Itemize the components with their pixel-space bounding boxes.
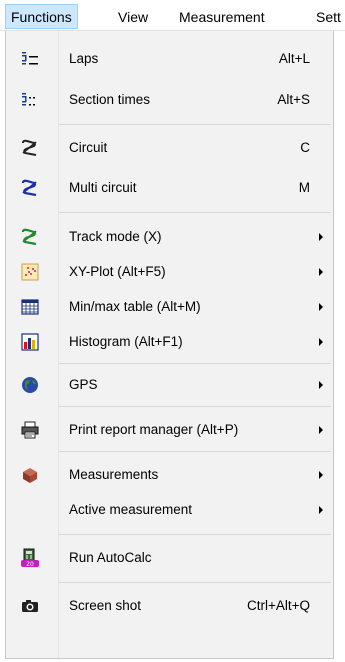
- menu-item-screen-shot[interactable]: Screen shot Ctrl+Alt+Q: [6, 589, 333, 623]
- menu-item-label: Section times: [69, 92, 151, 107]
- menu-separator: [59, 451, 331, 452]
- menu-item-label: Laps: [69, 51, 99, 66]
- shortcut-text: Alt+S: [277, 92, 310, 107]
- menu-item-measurements[interactable]: Measurements: [6, 458, 333, 492]
- menu-item-label: Run AutoCalc: [69, 550, 152, 565]
- menu-separator: [59, 212, 331, 213]
- menu-item-active-measurement[interactable]: Active measurement: [6, 493, 333, 527]
- submenu-arrow-icon: [319, 381, 323, 389]
- menu-item-label: Track mode (X): [69, 229, 162, 244]
- menu-bar: Functions View Measurement Sett: [0, 0, 345, 31]
- menu-item-print-report-manager[interactable]: Print report manager (Alt+P): [6, 413, 333, 447]
- menu-item-label: GPS: [69, 377, 98, 392]
- menu-item-xy-plot[interactable]: XY-Plot (Alt+F5): [6, 255, 333, 289]
- menu-item-label: Multi circuit: [69, 180, 137, 195]
- shortcut-text: Alt+L: [278, 51, 310, 66]
- globe-icon: [20, 375, 40, 395]
- submenu-arrow-icon: [319, 268, 323, 276]
- menu-item-multi-circuit[interactable]: Multi circuit M: [6, 171, 333, 205]
- menu-item-label: Circuit: [69, 140, 108, 155]
- submenu-arrow-icon: [319, 426, 323, 434]
- xy-plot-icon: [20, 262, 40, 282]
- menu-item-label: Screen shot: [69, 598, 142, 613]
- multi-circuit-icon: [20, 178, 40, 198]
- menu-separator: [59, 124, 331, 125]
- menu-separator: [59, 534, 331, 535]
- submenu-arrow-icon: [319, 303, 323, 311]
- svg-text:20: 20: [26, 561, 34, 568]
- menu-separator: [59, 363, 331, 364]
- box-icon: [20, 465, 40, 485]
- menu-item-run-autocalc[interactable]: 20 Run AutoCalc: [6, 541, 333, 575]
- functions-dropdown-menu: Laps Alt+L Section times Alt+S Circuit C…: [5, 31, 334, 659]
- circuit-icon: [20, 138, 40, 158]
- table-icon: [20, 297, 40, 317]
- section-times-icon: [20, 90, 40, 110]
- menu-settings[interactable]: Sett: [316, 7, 341, 27]
- shortcut-text: C: [300, 140, 310, 155]
- camera-icon: [20, 596, 40, 616]
- shortcut-text: Ctrl+Alt+Q: [246, 598, 310, 613]
- menu-item-label: XY-Plot (Alt+F5): [69, 264, 166, 279]
- submenu-arrow-icon: [319, 471, 323, 479]
- menu-item-label: Min/max table (Alt+M): [69, 299, 201, 314]
- menu-item-gps[interactable]: GPS: [6, 368, 333, 402]
- autocalc-icon: 20: [20, 548, 40, 568]
- printer-icon: [20, 420, 40, 440]
- laps-icon: [20, 49, 40, 69]
- histogram-icon: [20, 332, 40, 352]
- menu-item-histogram[interactable]: Histogram (Alt+F1): [6, 325, 333, 359]
- submenu-arrow-icon: [319, 233, 323, 241]
- menu-measurement[interactable]: Measurement: [179, 7, 265, 27]
- menu-item-label: Print report manager (Alt+P): [69, 422, 239, 437]
- menu-view[interactable]: View: [118, 7, 148, 27]
- menu-functions[interactable]: Functions: [5, 4, 78, 29]
- track-mode-icon: [20, 227, 40, 247]
- menu-item-label: Active measurement: [69, 502, 193, 517]
- submenu-arrow-icon: [319, 338, 323, 346]
- submenu-arrow-icon: [319, 506, 323, 514]
- menu-item-label: Measurements: [69, 467, 159, 482]
- menu-item-circuit[interactable]: Circuit C: [6, 131, 333, 165]
- menu-item-min-max-table[interactable]: Min/max table (Alt+M): [6, 290, 333, 324]
- menu-separator: [59, 406, 331, 407]
- menu-separator: [59, 582, 331, 583]
- menu-item-label: Histogram (Alt+F1): [69, 334, 183, 349]
- menu-item-section-times[interactable]: Section times Alt+S: [6, 83, 333, 117]
- menu-item-track-mode[interactable]: Track mode (X): [6, 220, 333, 254]
- shortcut-text: M: [298, 180, 310, 195]
- menu-item-laps[interactable]: Laps Alt+L: [6, 42, 333, 76]
